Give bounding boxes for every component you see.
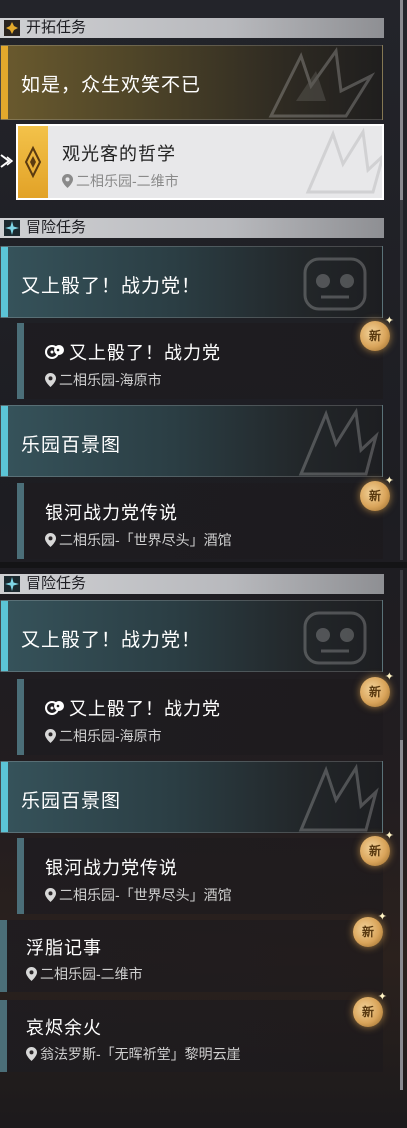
location-pin-icon <box>26 1047 37 1061</box>
new-badge-label: 新 <box>368 844 381 858</box>
adventure-quest-item[interactable]: 又上骰了！战力党 二相乐园-海原市 <box>17 323 383 399</box>
dice-emblem-icon <box>45 345 64 359</box>
section-title: 开拓任务 <box>26 19 87 36</box>
quest-location: 二相乐园-「世界尽头」酒馆 <box>45 885 232 905</box>
location-text: 二相乐园-「世界尽头」酒馆 <box>59 532 232 548</box>
location-text: 二相乐园-二维市 <box>76 173 179 189</box>
sparkle-icon: ✦ <box>384 315 394 327</box>
location-text: 二相乐园-二维市 <box>40 966 143 982</box>
quest-title: 银河战力党传说 <box>45 503 178 523</box>
quest-watermark-icon <box>305 127 382 194</box>
trailblaze-chapter-card[interactable]: 如是，众生欢笑不已 <box>0 45 383 120</box>
adventure-quest-item[interactable]: 又上骰了！战力党 二相乐园-海原市 <box>17 679 383 755</box>
new-badge-label: 新 <box>368 685 381 699</box>
adventure-quest-item[interactable]: 银河战力党传说 二相乐园-「世界尽头」酒馆 <box>17 483 383 559</box>
sparkle-icon: ✦ <box>377 911 387 923</box>
adventure-accent-bar <box>1 601 8 671</box>
new-badge: 新 ✦ <box>360 476 394 511</box>
mask-emblem-icon <box>303 611 367 665</box>
trailblaze-quest-title: 观光客的哲学 <box>62 144 176 164</box>
location-pin-icon <box>62 174 73 188</box>
mask-emblem-icon <box>303 257 367 311</box>
quest-title-text: 又上骰了！战力党 <box>69 343 221 363</box>
adventure-quest-item[interactable]: 银河战力党传说 二相乐园-「世界尽头」酒馆 <box>17 838 383 914</box>
location-pin-icon <box>45 729 56 743</box>
quest-title-text: 又上骰了！战力党 <box>69 699 221 719</box>
panel-divider <box>0 562 407 568</box>
adventure-accent-bar <box>1 247 8 317</box>
quest-title: 银河战力党传说 <box>45 858 178 878</box>
location-pin-icon <box>26 967 37 981</box>
track-arrow-icon[interactable] <box>0 153 16 169</box>
new-badge: 新 ✦ <box>353 912 387 947</box>
quest-side-bar <box>17 838 24 914</box>
sparkle-icon: ✦ <box>384 671 394 683</box>
chapter-emblem-icon <box>298 763 379 832</box>
location-pin-icon <box>45 888 56 902</box>
adventure-group-card[interactable]: 又上骰了！战力党！ <box>0 246 383 318</box>
quest-location: 二相乐园-海原市 <box>45 370 162 390</box>
adventure-star-icon <box>4 576 20 592</box>
quest-type-emblem <box>18 126 48 198</box>
location-pin-icon <box>45 533 56 547</box>
scrollbar-thumb[interactable] <box>400 0 403 200</box>
trailblaze-accent-bar <box>1 46 8 119</box>
adventure-group-title: 乐园百景图 <box>21 791 122 812</box>
adventure-quest-item[interactable]: 浮脂记事 二相乐园-二维市 <box>0 920 383 992</box>
adventure-quest-item[interactable]: 哀烬余火 翁法罗斯-「无晖祈堂」黎明云崖 <box>0 1000 383 1072</box>
adventure-group-title: 又上骰了！战力党！ <box>21 276 202 297</box>
new-badge-label: 新 <box>368 329 381 343</box>
location-text: 二相乐园-「世界尽头」酒馆 <box>59 887 232 903</box>
quest-location: 翁法罗斯-「无晖祈堂」黎明云崖 <box>26 1044 241 1064</box>
new-badge-label: 新 <box>361 925 374 939</box>
trailblaze-chapter-title: 如是，众生欢笑不已 <box>21 75 202 96</box>
new-badge: 新 ✦ <box>360 672 394 707</box>
new-badge-label: 新 <box>361 1005 374 1019</box>
quest-location: 二相乐园-「世界尽头」酒馆 <box>45 530 232 550</box>
new-badge: 新 ✦ <box>360 831 394 866</box>
adventure-group-card[interactable]: 乐园百景图 <box>0 761 383 833</box>
adventure-group-card[interactable]: 乐园百景图 <box>0 405 383 477</box>
adventure-accent-bar <box>1 762 8 832</box>
location-text: 二相乐园-海原市 <box>59 728 162 744</box>
trailblaze-diamond-icon <box>4 20 20 36</box>
quest-location: 二相乐园-海原市 <box>45 726 162 746</box>
quest-title: 哀烬余火 <box>26 1018 102 1038</box>
section-title: 冒险任务 <box>26 219 87 236</box>
adventure-group-card[interactable]: 又上骰了！战力党！ <box>0 600 383 672</box>
scrollbar-thumb[interactable] <box>400 740 403 1090</box>
quest-title: 浮脂记事 <box>26 938 102 958</box>
quest-side-bar <box>17 483 24 559</box>
quest-side-bar <box>0 920 7 992</box>
adventure-section-header: 冒险任务 <box>0 218 384 238</box>
quest-side-bar <box>17 323 24 399</box>
adventure-accent-bar <box>1 406 8 476</box>
sparkle-icon: ✦ <box>377 991 387 1003</box>
quest-title: 又上骰了！战力党 <box>45 339 221 365</box>
quest-side-bar <box>0 1000 7 1072</box>
location-text: 二相乐园-海原市 <box>59 372 162 388</box>
trailblaze-quest-location: 二相乐园-二维市 <box>62 171 179 191</box>
quest-side-bar <box>17 679 24 755</box>
trailblaze-section-header: 开拓任务 <box>0 18 384 38</box>
new-badge-label: 新 <box>368 489 381 503</box>
location-text: 翁法罗斯-「无晖祈堂」黎明云崖 <box>40 1046 241 1062</box>
adventure-star-icon <box>4 220 20 236</box>
sparkle-icon: ✦ <box>384 830 394 842</box>
adventure-group-title: 又上骰了！战力党！ <box>21 630 202 651</box>
adventure-group-title: 乐园百景图 <box>21 435 122 456</box>
chapter-emblem-icon <box>268 47 376 118</box>
trailblaze-quest-card-selected[interactable]: 观光客的哲学 二相乐园-二维市 <box>16 124 384 200</box>
chapter-emblem-icon <box>298 407 379 476</box>
section-title: 冒险任务 <box>26 575 87 592</box>
quest-title: 又上骰了！战力党 <box>45 695 221 721</box>
quest-location: 二相乐园-二维市 <box>26 964 143 984</box>
location-pin-icon <box>45 373 56 387</box>
new-badge: 新 ✦ <box>353 992 387 1027</box>
sparkle-icon: ✦ <box>384 475 394 487</box>
trailblaze-emblem-icon <box>24 145 42 179</box>
adventure-section-header: 冒险任务 <box>0 574 384 594</box>
new-badge: 新 ✦ <box>360 316 394 351</box>
dice-emblem-icon <box>45 701 64 715</box>
